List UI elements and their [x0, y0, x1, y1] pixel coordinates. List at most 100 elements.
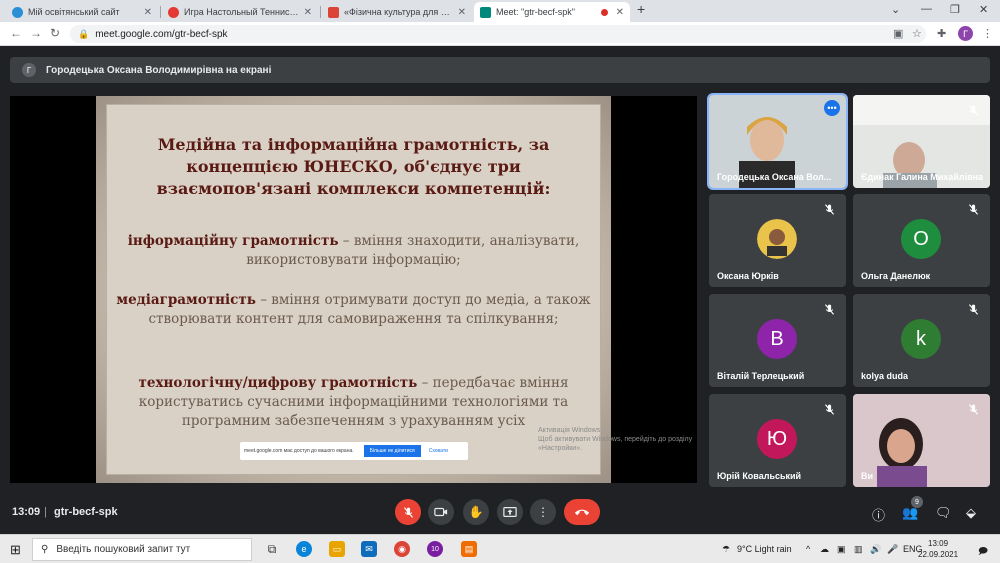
- close-tab-icon[interactable]: ✕: [458, 7, 466, 18]
- mic-off-icon: [403, 506, 413, 518]
- stop-sharing-button[interactable]: Більше не ділитися: [363, 445, 421, 457]
- chat-icon[interactable]: 🗨: [935, 505, 952, 521]
- mic-tray-icon[interactable]: 🎤: [887, 544, 898, 555]
- participant-tile-7[interactable]: Ю Юрій Ковальський: [709, 394, 846, 487]
- participant-tile-5[interactable]: В Віталій Терлецький: [709, 294, 846, 387]
- file-explorer-icon[interactable]: ▭: [329, 541, 345, 557]
- onedrive-cloud-icon[interactable]: ☁: [820, 544, 829, 555]
- viber-icon[interactable]: 10: [427, 541, 443, 557]
- slide-term: технологічну/цифрову грамотність: [138, 375, 418, 391]
- participant-avatar: Ю: [757, 419, 797, 459]
- screen-share-notice: meet.google.com має доступ до вашого екр…: [240, 442, 468, 460]
- new-tab-plus-icon[interactable]: +: [637, 1, 645, 17]
- participant-name: Городецька Оксана Вол...: [717, 172, 832, 182]
- hang-up-phone-icon: [574, 509, 590, 516]
- browser-tab-1[interactable]: Мій освітянський сайт ✕: [6, 2, 158, 22]
- taskbar-clock[interactable]: 13:09 22.09.2021: [918, 538, 958, 560]
- participant-name: Ольга Данелюк: [861, 271, 931, 281]
- mic-off-icon: [969, 304, 978, 315]
- lock-icon: 🔒: [78, 28, 90, 39]
- profile-avatar[interactable]: Г: [958, 26, 973, 41]
- slide-term: інформаційну грамотність: [127, 233, 339, 249]
- url-input[interactable]: 🔒 meet.google.com/gtr-becf-spk: [70, 25, 926, 43]
- hand-icon: ✋: [468, 505, 484, 519]
- participant-photo: [757, 219, 797, 259]
- bookmark-star-icon[interactable]: ☆: [912, 27, 922, 40]
- slide-paragraph-3: технологічну/цифрову грамотність – перед…: [116, 374, 591, 431]
- participant-name: Юрій Ковальський: [717, 471, 802, 481]
- extensions-puzzle-icon[interactable]: ✚: [937, 27, 946, 40]
- close-window-icon[interactable]: ✕: [979, 3, 988, 16]
- more-options-button[interactable]: ⋮: [530, 499, 556, 525]
- volume-icon[interactable]: 🔊: [870, 544, 881, 555]
- edge-icon[interactable]: e: [296, 541, 312, 557]
- notifications-icon[interactable]: 🗩: [978, 544, 988, 560]
- browser-menu-icon[interactable]: ⋮: [982, 27, 993, 40]
- present-now-button[interactable]: [497, 499, 523, 525]
- meeting-code: gtr-becf-spk: [54, 506, 118, 518]
- browser-tab-3[interactable]: «Фізична культура для «поколі... ✕: [322, 2, 472, 22]
- back-arrow-icon[interactable]: ←: [10, 26, 22, 40]
- recording-indicator-icon: [600, 8, 608, 16]
- tab-search-chevron-icon[interactable]: ⌄: [891, 3, 900, 16]
- more-options-icon[interactable]: •••: [824, 100, 840, 116]
- presenter-banner: Г Городецька Оксана Володимирівна на екр…: [10, 57, 990, 83]
- mic-off-icon: [969, 204, 978, 215]
- taskbar-search-box[interactable]: ⚲ Введіть пошуковий запит тут: [32, 538, 252, 561]
- close-tab-icon[interactable]: ✕: [616, 7, 624, 18]
- participant-tile-1[interactable]: ••• Городецька Оксана Вол...: [707, 93, 848, 190]
- hide-notice-button[interactable]: Сховати: [429, 448, 448, 454]
- leave-call-button[interactable]: [564, 499, 600, 525]
- reload-icon[interactable]: ↻: [50, 26, 60, 40]
- participant-tile-2[interactable]: Єдинак Галина Михайлівна: [853, 95, 990, 188]
- participant-tile-6[interactable]: k kolya duda: [853, 294, 990, 387]
- share-notice-text: meet.google.com має доступ до вашого екр…: [244, 448, 354, 454]
- url-text: meet.google.com/gtr-becf-spk: [95, 28, 228, 40]
- close-tab-icon[interactable]: ✕: [144, 7, 152, 18]
- slide-title-line: взаємопов'язані комплекси компетенцій:: [156, 179, 551, 198]
- network-icon[interactable]: ▥: [854, 544, 863, 555]
- close-tab-icon[interactable]: ✕: [304, 7, 312, 18]
- slide-title: Медійна та інформаційна грамотність, за …: [116, 134, 591, 200]
- clock-separator: |: [44, 506, 47, 518]
- mail-icon[interactable]: ✉: [361, 541, 377, 557]
- minimize-icon[interactable]: —: [921, 3, 932, 15]
- browser-tab-2[interactable]: Игра Настольный Теннис: Мир... ✕: [162, 2, 318, 22]
- search-placeholder: Введіть пошуковий запит тут: [56, 544, 191, 555]
- camera-in-use-icon[interactable]: ▣: [893, 27, 903, 40]
- raise-hand-button[interactable]: ✋: [463, 499, 489, 525]
- meet-window: Г Городецька Оксана Володимирівна на екр…: [0, 47, 1000, 534]
- shared-slide: Медійна та інформаційна грамотність, за …: [96, 96, 611, 483]
- meeting-clock: 13:09: [12, 506, 41, 518]
- camera-tray-icon[interactable]: ▣: [837, 544, 846, 555]
- participant-name: kolya duda: [861, 371, 909, 381]
- tab-divider: [320, 6, 321, 18]
- participant-tile-4[interactable]: О Ольга Данелюк: [853, 194, 990, 287]
- meeting-details-info-icon[interactable]: ⓘ: [872, 505, 885, 524]
- windows-start-icon[interactable]: ⊞: [10, 542, 21, 558]
- activities-icon[interactable]: ⬙: [966, 505, 976, 521]
- participant-name: Ви: [861, 471, 874, 481]
- app-icon[interactable]: ▤: [461, 541, 477, 557]
- weather-icon[interactable]: ☂: [722, 544, 730, 555]
- meet-favicon-icon: [480, 6, 491, 18]
- participant-tile-3[interactable]: Оксана Юрків: [709, 194, 846, 287]
- browser-tab-4[interactable]: Meet: "gtr-becf-spk" ✕: [474, 2, 630, 22]
- activate-windows-hint: Щоб активувати Windows, перейдіть до роз…: [538, 436, 693, 452]
- camera-toggle-button[interactable]: [428, 499, 454, 525]
- participant-name: Єдинак Галина Михайлівна: [861, 172, 984, 182]
- participant-avatar: О: [901, 219, 941, 259]
- weather-text[interactable]: 9°C Light rain: [737, 544, 792, 554]
- forward-arrow-icon[interactable]: →: [30, 26, 42, 40]
- mic-toggle-button[interactable]: [395, 499, 421, 525]
- address-bar: ← → ↻ 🔒 meet.google.com/gtr-becf-spk ▣ ☆…: [0, 22, 1000, 46]
- maximize-icon[interactable]: ❐: [950, 3, 960, 16]
- activate-windows-title: Активація Windows: [538, 427, 601, 434]
- task-view-icon[interactable]: ⧉: [264, 541, 280, 557]
- mic-off-icon: [825, 204, 834, 215]
- participant-tile-self[interactable]: Ви: [853, 394, 990, 487]
- windows-taskbar: ⊞ ⚲ Введіть пошуковий запит тут ⧉ e ▭ ✉ …: [0, 534, 1000, 563]
- show-hidden-icons-icon[interactable]: ^: [806, 544, 810, 554]
- chrome-icon[interactable]: ◉: [394, 541, 410, 557]
- site-favicon-icon: [12, 6, 23, 18]
